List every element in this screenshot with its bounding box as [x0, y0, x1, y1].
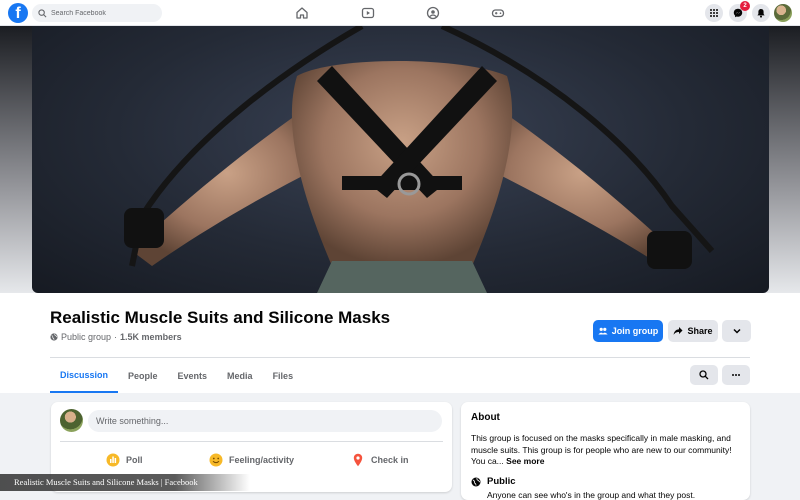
menu-grid-icon: [710, 9, 718, 17]
feeling-icon: [209, 453, 223, 467]
about-privacy-description: Anyone can see who's in the group and wh…: [487, 490, 696, 500]
ellipsis-icon: [732, 374, 740, 376]
groups-icon[interactable]: [426, 6, 440, 20]
about-card: About This group is focused on the masks…: [461, 402, 750, 500]
feeling-activity-button[interactable]: Feeling/activity: [209, 449, 294, 471]
group-privacy[interactable]: Public group: [61, 332, 111, 342]
poll-icon: [106, 453, 120, 467]
tab-discussion[interactable]: Discussion: [50, 358, 119, 393]
chevron-down-icon: [732, 328, 741, 334]
home-icon[interactable]: [295, 6, 309, 20]
search-box[interactable]: [32, 4, 162, 22]
about-description: This group is focused on the masks speci…: [471, 433, 743, 468]
globe-icon: [50, 333, 58, 341]
about-title: About: [471, 412, 500, 423]
share-button[interactable]: Share: [668, 320, 718, 342]
gaming-icon[interactable]: [491, 6, 505, 20]
meta-separator: ·: [114, 332, 118, 342]
messenger-badge: 2: [740, 1, 750, 11]
share-label: Share: [687, 326, 713, 336]
share-icon: [674, 327, 683, 335]
tab-media[interactable]: Media: [217, 358, 263, 393]
tab-files[interactable]: Files: [263, 358, 304, 393]
search-icon: [38, 8, 47, 17]
notifications-icon: [757, 9, 765, 18]
group-more-button[interactable]: [722, 365, 750, 385]
menu-button[interactable]: [705, 4, 723, 22]
join-group-label: Join group: [611, 326, 659, 336]
tab-events[interactable]: Events: [168, 358, 218, 393]
search-input[interactable]: [51, 9, 151, 17]
notifications-button[interactable]: [752, 4, 770, 22]
poll-button[interactable]: Poll: [106, 449, 143, 471]
group-search-button[interactable]: [690, 365, 718, 385]
group-tabs: Discussion People Events Media Files: [50, 358, 303, 393]
group-title: Realistic Muscle Suits and Silicone Mask…: [50, 308, 391, 327]
messenger-button[interactable]: 2: [729, 1, 750, 22]
page-caption: Realistic Muscle Suits and Silicone Mask…: [0, 474, 250, 491]
about-privacy: Public: [471, 476, 516, 487]
cover-illustration: [124, 26, 715, 293]
group-header: Realistic Muscle Suits and Silicone Mask…: [0, 293, 800, 393]
cover-photo: [32, 26, 769, 293]
video-icon[interactable]: [361, 6, 375, 20]
group-add-icon: [598, 327, 608, 335]
composer-divider: [60, 441, 443, 442]
search-icon: [699, 370, 709, 380]
poll-label: Poll: [126, 455, 143, 465]
top-navigation-bar: f 2: [0, 0, 800, 26]
check-in-label: Check in: [371, 455, 409, 465]
join-group-button[interactable]: Join group: [593, 320, 663, 342]
facebook-logo[interactable]: f: [8, 3, 28, 23]
check-in-button[interactable]: Check in: [351, 449, 409, 471]
see-more-link[interactable]: See more: [506, 456, 544, 466]
group-meta: Public group · 1.5K members: [50, 332, 182, 342]
account-avatar[interactable]: [774, 4, 792, 22]
feeling-activity-label: Feeling/activity: [229, 455, 295, 465]
check-in-icon: [353, 453, 363, 467]
avatar[interactable]: [60, 409, 83, 432]
tab-people[interactable]: People: [118, 358, 168, 393]
group-members[interactable]: 1.5K members: [120, 332, 182, 342]
write-something-input[interactable]: [88, 410, 442, 432]
globe-icon: [471, 477, 481, 486]
about-privacy-title: Public: [487, 476, 516, 487]
more-options-button[interactable]: [722, 320, 751, 342]
